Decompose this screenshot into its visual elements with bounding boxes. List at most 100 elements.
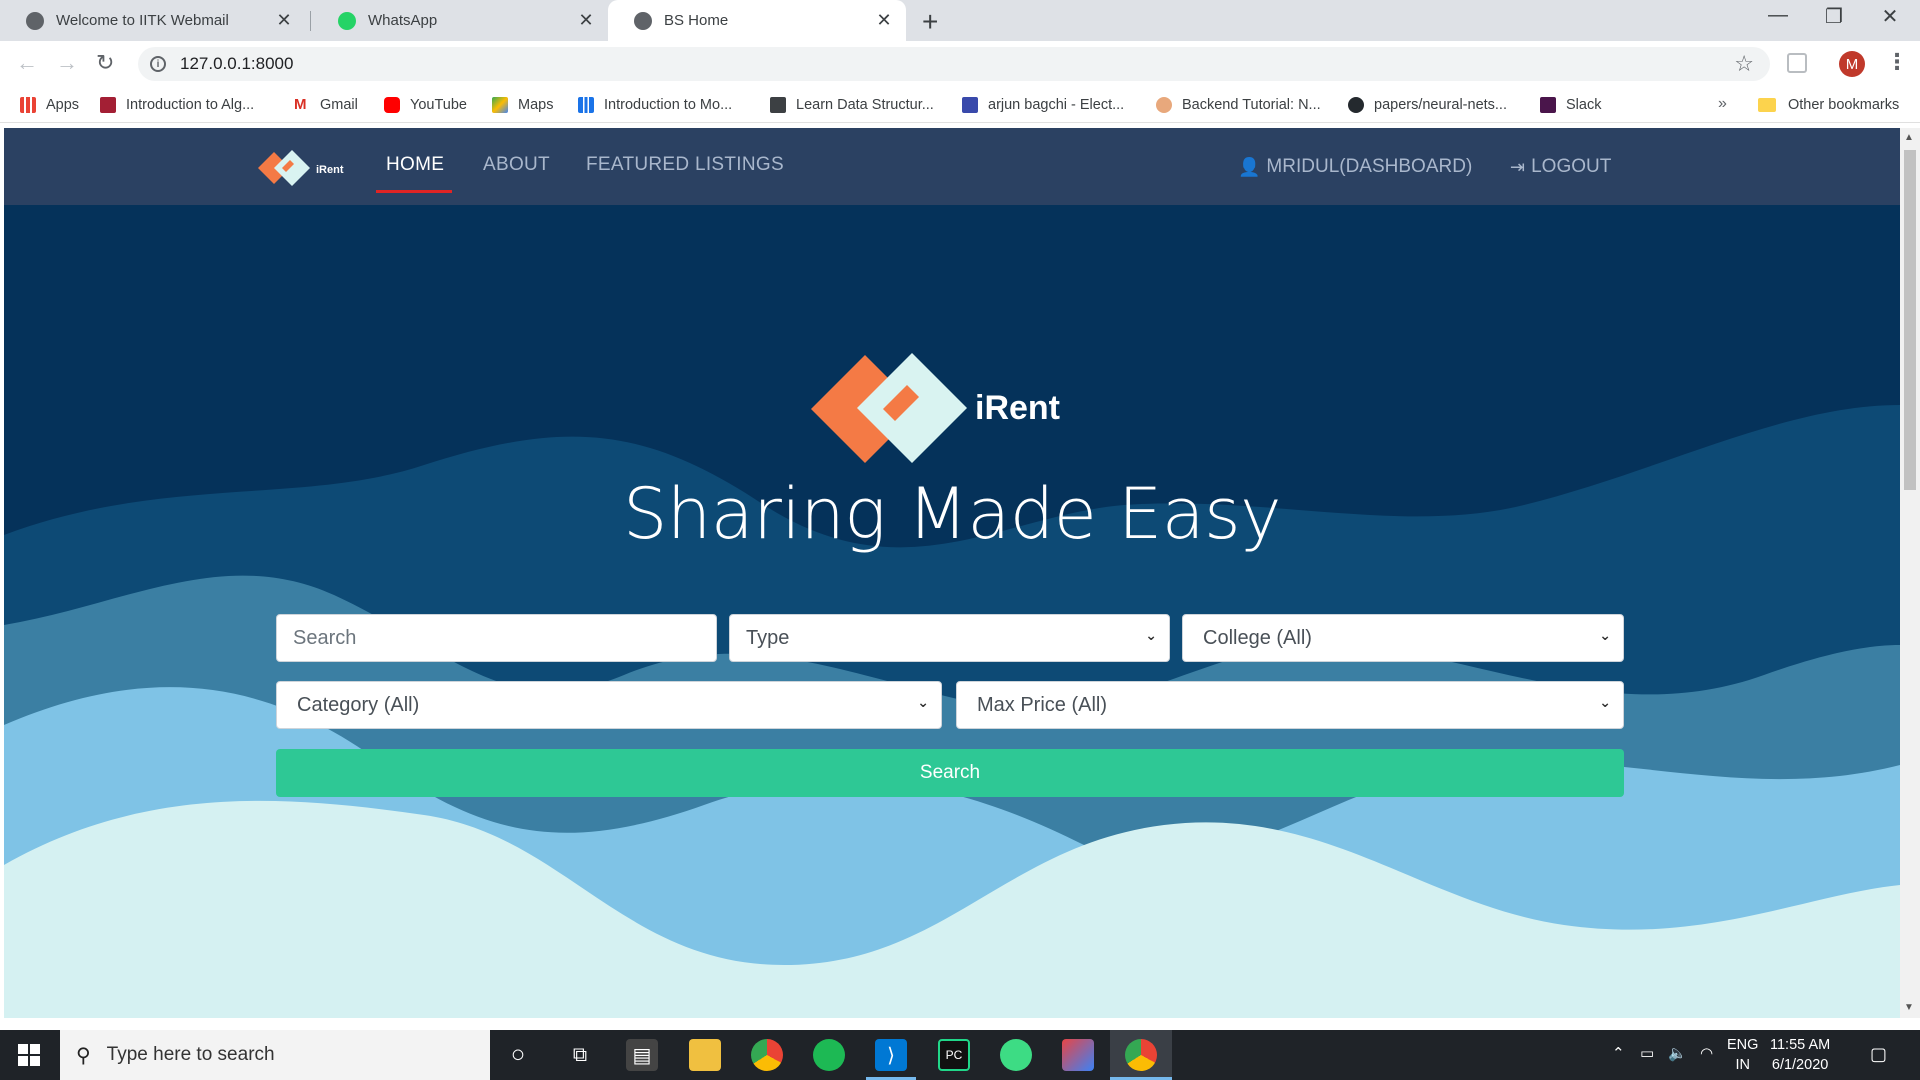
restore-button[interactable]: ❐ xyxy=(1806,4,1862,29)
college-select[interactable]: College (All) ⌄ xyxy=(1182,614,1624,662)
site-navbar: iRent HOME ABOUT FEATURED LISTINGS 👤 MRI… xyxy=(4,128,1900,205)
max-price-select[interactable]: Max Price (All) ⌄ xyxy=(956,681,1624,729)
bookmark-star-icon[interactable]: ☆ xyxy=(1734,51,1754,77)
volume-icon[interactable]: 🔈 xyxy=(1668,1044,1687,1062)
bookmark-arjun-bagchi[interactable]: arjun bagchi - Elect... xyxy=(962,87,1124,123)
minimize-button[interactable]: — xyxy=(1750,4,1806,27)
category-select[interactable]: Category (All) ⌄ xyxy=(276,681,942,729)
close-icon[interactable]: ✕ xyxy=(274,10,294,31)
url-text: 127.0.0.1:8000 xyxy=(180,54,294,73)
spotify-icon[interactable] xyxy=(813,1039,845,1071)
back-arrow-icon[interactable]: ← xyxy=(16,50,38,76)
task-view-icon[interactable]: ⧉ xyxy=(564,1039,596,1071)
nav-home[interactable]: HOME xyxy=(386,154,444,176)
taskbar-search-placeholder: Type here to search xyxy=(106,1044,275,1065)
bookmark-backend-tutorial[interactable]: Backend Tutorial: N... xyxy=(1156,87,1321,123)
close-icon[interactable]: ✕ xyxy=(576,10,596,31)
bookmark-papers-neural-nets[interactable]: papers/neural-nets... xyxy=(1348,87,1507,123)
search-button[interactable]: Search xyxy=(276,749,1624,797)
bookmark-gmail[interactable]: M Gmail xyxy=(294,87,358,123)
reload-icon[interactable]: ↻ xyxy=(96,50,114,76)
chrome-active-icon[interactable] xyxy=(1125,1039,1157,1071)
bookmark-label: papers/neural-nets... xyxy=(1374,97,1507,113)
bookmarks-overflow-chevron-icon[interactable]: » xyxy=(1718,95,1727,113)
language-indicator[interactable]: ENG IN xyxy=(1727,1035,1758,1075)
irent-logo[interactable]: iRent xyxy=(256,146,356,190)
language-code: ENG xyxy=(1727,1037,1759,1053)
vscode-icon[interactable]: ⟩ xyxy=(875,1039,907,1071)
bookmark-intro-algorithms[interactable]: Introduction to Alg... xyxy=(100,87,254,123)
store-icon[interactable]: ▤ xyxy=(626,1039,658,1071)
search-input[interactable]: Search xyxy=(276,614,717,662)
other-bookmarks[interactable]: Other bookmarks xyxy=(1758,87,1899,123)
avatar-icon xyxy=(1156,97,1172,113)
type-select[interactable]: Type ⌄ xyxy=(729,614,1170,662)
notification-icon[interactable]: ▢ xyxy=(1870,1044,1887,1065)
category-select-value: Category (All) xyxy=(297,693,420,716)
nav-about[interactable]: ABOUT xyxy=(483,154,550,176)
bookmark-data-structures[interactable]: Learn Data Structur... xyxy=(770,87,934,123)
nav-logout-label: LOGOUT xyxy=(1531,156,1612,177)
tab-bs-home[interactable]: BS Home ✕ xyxy=(608,0,906,41)
new-tab-button[interactable]: + xyxy=(922,6,938,38)
scroll-down-arrow-icon[interactable]: ▼ xyxy=(1904,1002,1914,1013)
college-select-value: College (All) xyxy=(1203,626,1312,649)
github-icon xyxy=(1348,97,1364,113)
decorative-waves xyxy=(4,405,1900,1018)
mit-ocw-icon xyxy=(100,97,116,113)
tray-overflow-icon[interactable]: ⌃ xyxy=(1612,1044,1625,1062)
nav-dashboard[interactable]: 👤 MRIDUL(DASHBOARD) xyxy=(1238,156,1472,178)
search-icon: ⚲ xyxy=(76,1044,91,1067)
calendar-icon xyxy=(962,97,978,113)
info-icon[interactable]: i xyxy=(150,56,166,72)
nav-featured-listings[interactable]: FEATURED LISTINGS xyxy=(586,154,784,176)
tab-title: WhatsApp xyxy=(368,12,438,29)
gitkraken-icon[interactable] xyxy=(1062,1039,1094,1071)
chevron-down-icon: ⌄ xyxy=(1599,627,1611,643)
cortana-icon[interactable]: ○ xyxy=(502,1039,534,1071)
bookmarks-bar: Apps Introduction to Alg... M Gmail YouT… xyxy=(0,87,1920,123)
close-icon[interactable]: ✕ xyxy=(874,10,894,31)
chrome-icon[interactable] xyxy=(751,1039,783,1071)
bookmark-slack[interactable]: Slack xyxy=(1540,87,1601,123)
nav-dashboard-label: MRIDUL(DASHBOARD) xyxy=(1266,156,1473,177)
battery-icon[interactable]: ▭ xyxy=(1640,1044,1654,1062)
file-explorer-icon[interactable] xyxy=(689,1039,721,1071)
page-viewport: iRent HOME ABOUT FEATURED LISTINGS 👤 MRI… xyxy=(4,128,1900,1018)
tab-webmail[interactable]: Welcome to IITK Webmail ✕ xyxy=(0,0,306,41)
wifi-icon[interactable]: ◠ xyxy=(1700,1044,1713,1062)
bookmark-apps[interactable]: Apps xyxy=(20,87,79,123)
maps-icon xyxy=(492,97,508,113)
chevron-down-icon: ⌄ xyxy=(1145,627,1157,643)
forward-arrow-icon[interactable]: → xyxy=(56,50,78,76)
bookmark-label: Introduction to Mo... xyxy=(604,97,733,113)
nav-logo-text: iRent xyxy=(316,164,344,176)
bookmark-label: Gmail xyxy=(320,97,358,113)
pycharm-icon[interactable]: PC xyxy=(938,1039,970,1071)
taskbar-search-box[interactable]: ⚲ Type here to search xyxy=(60,1030,490,1080)
hero-logo-text: iRent xyxy=(975,389,1060,427)
page-scrollbar[interactable]: ▲ ▼ xyxy=(1900,128,1920,1018)
profile-avatar[interactable]: M xyxy=(1839,51,1865,77)
bookmark-youtube[interactable]: YouTube xyxy=(384,87,467,123)
address-bar[interactable]: i 127.0.0.1:8000 ☆ xyxy=(138,47,1770,81)
apps-grid-icon xyxy=(20,97,36,113)
extension-icon[interactable] xyxy=(1787,53,1807,73)
bookmark-maps[interactable]: Maps xyxy=(492,87,553,123)
scrollbar-thumb[interactable] xyxy=(1904,150,1916,490)
scroll-up-arrow-icon[interactable]: ▲ xyxy=(1904,132,1914,143)
tab-whatsapp[interactable]: WhatsApp ✕ xyxy=(312,0,608,41)
close-window-button[interactable]: ✕ xyxy=(1862,4,1918,29)
bookmark-label: Apps xyxy=(46,97,80,113)
android-studio-icon[interactable] xyxy=(1000,1039,1032,1071)
region-code: IN xyxy=(1735,1057,1750,1073)
bookmark-intro-mo[interactable]: Introduction to Mo... xyxy=(578,87,732,123)
system-clock[interactable]: 11:55 AM 6/1/2020 xyxy=(1770,1035,1830,1075)
nav-logout[interactable]: ⇥ LOGOUT xyxy=(1510,156,1611,178)
bookmark-label: Introduction to Alg... xyxy=(126,97,255,113)
hero-irent-logo: iRent xyxy=(811,353,1060,463)
bookmark-label: YouTube xyxy=(410,97,467,113)
windows-taskbar: ⚲ Type here to search ○ ⧉ ▤ ⟩ PC ⌃ ▭ 🔈 ◠… xyxy=(0,1030,1920,1080)
windows-start-icon[interactable] xyxy=(18,1044,40,1066)
browser-menu-icon[interactable]: ⋮ xyxy=(1886,49,1908,75)
